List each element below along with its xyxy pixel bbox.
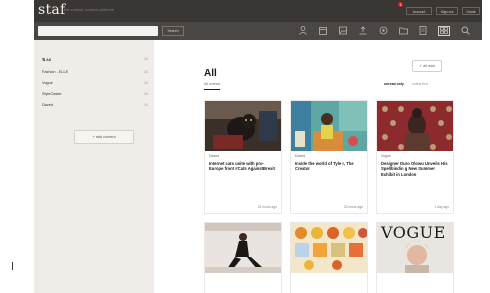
oldest-first-toggle[interactable]: oldest first: [412, 82, 428, 86]
article-time: 1 day ago: [434, 205, 449, 209]
sidebar-count: 10: [144, 70, 148, 74]
magazine-masthead: VOGUE: [381, 223, 446, 242]
upload-icon[interactable]: [358, 26, 368, 36]
article-card[interactable]: Dazed Internet cats unite with pro-Europ…: [204, 100, 282, 214]
top-bar: staf the content curation platform 1 Acc…: [34, 0, 482, 22]
sidebar-item-stylecaster[interactable]: StyleCaster: [42, 92, 62, 96]
settings-icon[interactable]: [378, 26, 388, 36]
image-icon[interactable]: [338, 26, 348, 36]
tagline: the content curation platform: [64, 8, 115, 12]
unread-only-toggle[interactable]: unread only: [384, 82, 404, 86]
app-window: staf the content curation platform 1 Acc…: [0, 0, 490, 293]
edge-marker: [12, 262, 13, 270]
page-subtitle: All unread: [204, 82, 220, 86]
article-source: Dazed: [295, 154, 306, 158]
guide-button[interactable]: Guide: [462, 7, 480, 15]
article-image: VOGUE: [377, 223, 453, 273]
article-image: [291, 101, 367, 151]
account-button[interactable]: Account: [406, 7, 432, 15]
article-image: [205, 223, 281, 273]
sidebar-item-all[interactable]: ⇅ All: [42, 57, 51, 62]
sidebar-item-label: All: [46, 58, 51, 62]
sidebar-count: 10: [144, 103, 148, 107]
article-source: Vogue: [381, 154, 391, 158]
article-time: 32 hours ago: [257, 205, 277, 209]
notification-badge[interactable]: 1: [398, 2, 403, 7]
grid-icon[interactable]: [438, 26, 450, 36]
sidebar: ⇅ All 10 Fashion - ELLE 10 Vogue 10 Styl…: [34, 40, 154, 293]
article-time: 32 hours ago: [343, 205, 363, 209]
sidebar-item-vogue[interactable]: Vogue: [42, 81, 53, 85]
person-icon[interactable]: [298, 26, 308, 36]
search-button[interactable]: Search: [162, 26, 184, 36]
article-card[interactable]: Dazed Inside the world of Tyle r, The Cr…: [290, 100, 368, 214]
toolbar-row: Search: [34, 22, 482, 40]
mark-all-read-button[interactable]: ✓ all read: [412, 60, 442, 72]
article-title[interactable]: Internet cats unite with pro-Europe fron…: [209, 161, 277, 172]
article-card[interactable]: [204, 222, 282, 293]
article-title[interactable]: Inside the world of Tyle r, The Creator: [295, 161, 363, 172]
article-image: [377, 101, 453, 151]
add-content-button[interactable]: + add content: [74, 130, 134, 144]
sign-out-button[interactable]: Sign out: [436, 7, 458, 15]
sidebar-count: 10: [144, 92, 148, 96]
title-underline: [204, 89, 220, 90]
search-icon[interactable]: [460, 26, 470, 36]
sidebar-item-dazed[interactable]: Dazed: [42, 103, 53, 107]
page-title: All: [204, 68, 217, 79]
sidebar-item-fashion-elle[interactable]: Fashion - ELLE: [42, 70, 68, 74]
folder-icon[interactable]: [398, 26, 408, 36]
article-card[interactable]: [290, 222, 368, 293]
sidebar-count: 10: [144, 81, 148, 85]
article-title[interactable]: Designer Duro Olowu Unveils His Spellbin…: [381, 161, 449, 177]
sidebar-count: 10: [144, 57, 148, 61]
logo[interactable]: staf: [38, 2, 66, 18]
article-image: [205, 101, 281, 151]
article-card[interactable]: Vogue Designer Duro Olowu Unveils His Sp…: [376, 100, 454, 214]
calendar-icon[interactable]: [318, 26, 328, 36]
document-icon[interactable]: [418, 26, 428, 36]
article-card[interactable]: VOGUE: [376, 222, 454, 293]
search-input[interactable]: [38, 26, 158, 36]
article-source: Dazed: [209, 154, 220, 158]
left-margin: [0, 0, 34, 293]
article-image: [291, 223, 367, 273]
